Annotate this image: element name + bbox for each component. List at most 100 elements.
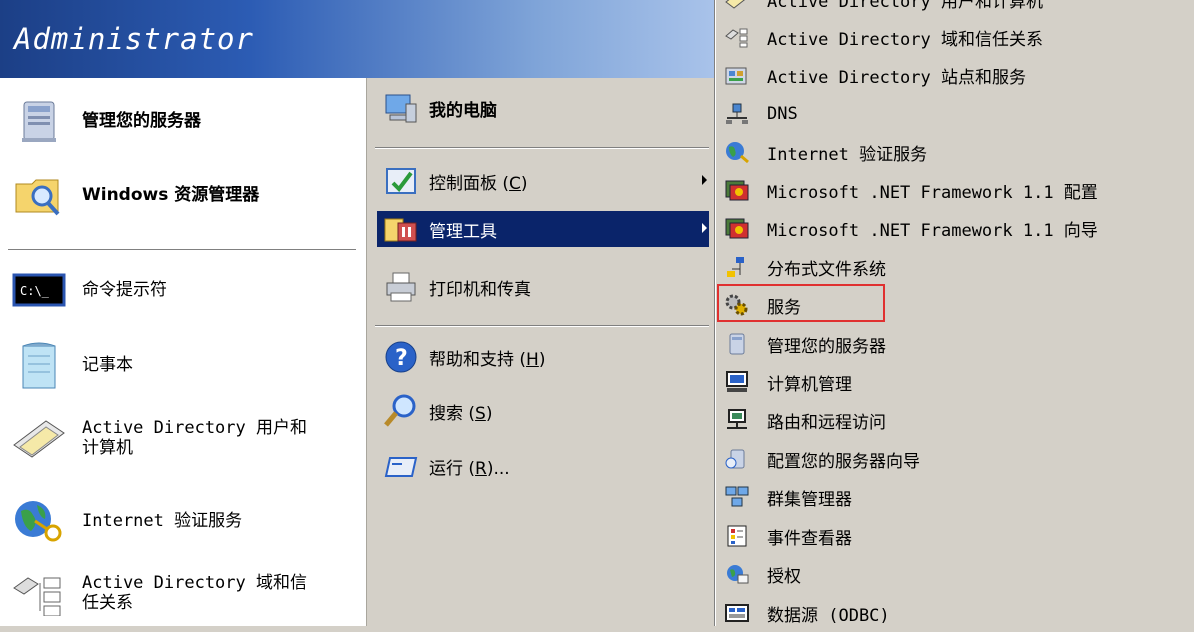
printers-item[interactable]: 打印机和传真 [377, 269, 709, 305]
recent-label: Internet 验证服务 [82, 511, 243, 531]
my-computer-icon [381, 91, 421, 125]
submenu-item-odbc[interactable]: 数据源 (ODBC) [719, 594, 1189, 632]
submenu-item-dns[interactable]: DNS [719, 95, 1189, 133]
notepad-icon [10, 340, 68, 390]
submenu-label: 计算机管理 [767, 374, 852, 395]
pinned-label: 管理您的服务器 [82, 111, 201, 131]
recent-label: 记事本 [82, 355, 133, 375]
configure-server-icon [719, 444, 755, 474]
submenu-item-cluster[interactable]: 群集管理器 [719, 478, 1189, 516]
submenu-label: 群集管理器 [767, 489, 852, 510]
svg-text:C:\_: C:\_ [20, 284, 50, 298]
dotnet-config-icon [719, 175, 755, 205]
pinned-manage-server[interactable]: 管理您的服务器 [10, 96, 201, 146]
submenu-item-dotnet-config[interactable]: Microsoft .NET Framework 1.1 配置 [719, 171, 1189, 209]
submenu-arrow-icon [702, 175, 707, 185]
computer-management-icon [719, 367, 755, 397]
printer-icon [381, 270, 421, 304]
admin-tools-icon [381, 212, 421, 246]
submenu-label: 授权 [767, 566, 801, 587]
submenu-item-ad-users[interactable]: Active Directory 用户和计算机 [719, 0, 1189, 18]
control-panel-icon [381, 164, 421, 198]
globe-key-icon [719, 137, 755, 167]
recent-internet-auth[interactable]: Internet 验证服务 [10, 496, 242, 546]
submenu-item-configure-server[interactable]: 配置您的服务器向导 [719, 440, 1189, 478]
run-icon [381, 449, 421, 483]
command-prompt-icon: C:\_ [10, 265, 68, 315]
submenu-item-dotnet-wizard[interactable]: Microsoft .NET Framework 1.1 向导 [719, 209, 1189, 247]
recent-ad-users[interactable]: Active Directory 用户和 计算机 [10, 413, 307, 463]
submenu-label: 管理您的服务器 [767, 336, 886, 357]
submenu-label: 事件查看器 [767, 528, 852, 549]
submenu-label: Active Directory 用户和计算机 [767, 0, 1043, 12]
ad-trusts-icon [10, 568, 68, 618]
menu-label: 运行 (R)... [429, 458, 510, 479]
ad-trusts-icon [719, 22, 755, 52]
search-item[interactable]: 搜索 (S) [377, 393, 709, 429]
recent-label: Active Directory 用户和 计算机 [82, 418, 307, 458]
menu-label: 打印机和传真 [429, 279, 531, 300]
services-highlight-box [717, 284, 885, 322]
licensing-icon [719, 559, 755, 589]
submenu-label: 分布式文件系统 [767, 259, 886, 280]
routing-icon [719, 405, 755, 435]
recent-notepad[interactable]: 记事本 [10, 340, 133, 390]
globe-key-icon [10, 496, 68, 546]
dotnet-wizard-icon [719, 213, 755, 243]
menu-label: 搜索 (S) [429, 403, 493, 424]
submenu-label: 数据源 (ODBC) [767, 605, 890, 626]
ad-users-icon [10, 413, 68, 463]
admin-tools-item[interactable]: 管理工具 [377, 211, 709, 247]
submenu-item-ad-sites[interactable]: Active Directory 站点和服务 [719, 56, 1189, 94]
submenu-label: DNS [767, 104, 798, 124]
dns-icon [719, 99, 755, 129]
start-menu-header: Administrator [0, 0, 715, 78]
submenu-label: Microsoft .NET Framework 1.1 向导 [767, 220, 1098, 241]
dfs-icon [719, 252, 755, 282]
cluster-icon [719, 482, 755, 512]
submenu-label: Microsoft .NET Framework 1.1 配置 [767, 182, 1098, 203]
recent-command-prompt[interactable]: C:\_ 命令提示符 [10, 265, 167, 315]
recent-ad-trusts[interactable]: Active Directory 域和信 任关系 [10, 568, 307, 618]
ad-sites-icon [719, 60, 755, 90]
submenu-item-licensing[interactable]: 授权 [719, 555, 1189, 593]
start-menu-left-panel: 管理您的服务器 Windows 资源管理器 C:\_ 命令提示符 记事本 Act… [0, 78, 366, 626]
submenu-label: 路由和远程访问 [767, 412, 886, 433]
submenu-label: Active Directory 域和信任关系 [767, 29, 1043, 50]
submenu-label: 配置您的服务器向导 [767, 451, 920, 472]
mid-separator-2 [375, 325, 709, 327]
submenu-arrow-icon [702, 223, 707, 233]
ad-users-icon [719, 0, 755, 14]
svg-text:?: ? [395, 346, 408, 371]
submenu-item-manage-server[interactable]: 管理您的服务器 [719, 325, 1189, 363]
submenu-label: Active Directory 站点和服务 [767, 67, 1026, 88]
run-item[interactable]: 运行 (R)... [377, 448, 709, 484]
server-icon [719, 329, 755, 359]
left-separator [8, 249, 356, 251]
pinned-label: Windows 资源管理器 [82, 185, 260, 205]
odbc-icon [719, 598, 755, 628]
menu-label: 控制面板 (C) [429, 173, 528, 194]
my-computer-item[interactable]: 我的电脑 [377, 90, 709, 126]
user-name: Administrator [14, 22, 254, 56]
server-icon [10, 96, 68, 146]
recent-label: 命令提示符 [82, 280, 167, 300]
submenu-item-event-viewer[interactable]: 事件查看器 [719, 517, 1189, 555]
help-item[interactable]: ? 帮助和支持 (H) [377, 339, 709, 375]
submenu-item-computer-management[interactable]: 计算机管理 [719, 363, 1189, 401]
submenu-item-dfs[interactable]: 分布式文件系统 [719, 248, 1189, 286]
submenu-item-ad-trusts[interactable]: Active Directory 域和信任关系 [719, 18, 1189, 56]
recent-label: Active Directory 域和信 任关系 [82, 573, 307, 613]
menu-label: 管理工具 [429, 221, 497, 242]
explorer-folder-icon [10, 170, 68, 220]
search-icon [381, 394, 421, 428]
help-icon: ? [381, 340, 421, 374]
menu-label: 我的电脑 [429, 100, 497, 121]
control-panel-item[interactable]: 控制面板 (C) [377, 163, 709, 199]
submenu-item-internet-auth[interactable]: Internet 验证服务 [719, 133, 1189, 171]
pinned-windows-explorer[interactable]: Windows 资源管理器 [10, 170, 259, 220]
submenu-item-routing[interactable]: 路由和远程访问 [719, 401, 1189, 439]
submenu-label: Internet 验证服务 [767, 144, 928, 165]
mid-separator-1 [375, 147, 709, 149]
event-viewer-icon [719, 521, 755, 551]
